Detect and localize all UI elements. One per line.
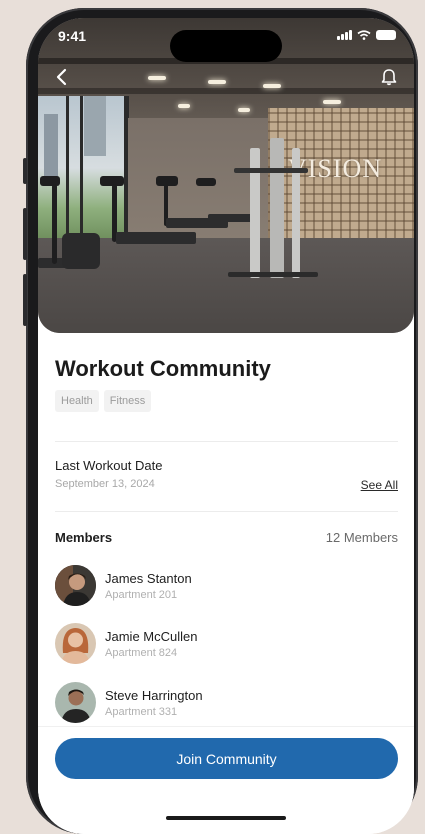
signal-icon [337, 30, 352, 40]
member-item[interactable]: Steve Harrington Apartment 331 [55, 682, 203, 723]
member-item[interactable]: Jamie McCullen Apartment 824 [55, 623, 197, 664]
tag-health: Health [55, 390, 99, 412]
app-screen: VISION 9:41 Workout Community Health Fit… [38, 18, 414, 834]
tag-fitness: Fitness [103, 390, 152, 412]
members-label: Members [55, 530, 113, 545]
member-apartment: Apartment 331 [105, 705, 178, 718]
mute-switch [23, 158, 27, 184]
home-indicator[interactable] [166, 816, 286, 820]
status-icons [337, 30, 396, 40]
divider [55, 441, 398, 442]
see-all-link[interactable]: See All [361, 478, 398, 492]
member-name: Steve Harrington [105, 687, 203, 703]
members-count: 12 Members [325, 530, 398, 545]
avatar [55, 565, 96, 606]
member-name: James Stanton [105, 570, 192, 586]
member-apartment: Apartment 201 [105, 588, 178, 601]
divider [55, 511, 398, 512]
last-workout-label: Last Workout Date [55, 458, 163, 473]
exercise-bike [62, 233, 100, 269]
volume-down-button [23, 274, 27, 326]
battery-icon [376, 30, 396, 40]
treadmill [196, 178, 216, 186]
status-time: 9:41 [58, 28, 87, 44]
dynamic-island [170, 30, 282, 62]
volume-up-button [23, 208, 27, 260]
community-cover-image: VISION 9:41 [38, 18, 414, 333]
chevron-left-icon [56, 68, 67, 86]
notifications-button[interactable] [376, 64, 402, 90]
member-name: Jamie McCullen [105, 628, 198, 644]
join-community-button[interactable]: Join Community [55, 738, 398, 779]
tag-list: Health Fitness [55, 390, 152, 412]
avatar [55, 682, 96, 723]
member-item[interactable]: James Stanton Apartment 201 [55, 565, 192, 606]
wifi-icon [357, 30, 371, 40]
avatar [55, 623, 96, 664]
back-button[interactable] [48, 64, 74, 90]
bell-icon [381, 69, 397, 86]
member-apartment: Apartment 824 [105, 646, 178, 659]
last-workout-date: September 13, 2024 [55, 478, 155, 490]
treadmill [40, 176, 60, 186]
page-title: Workout Community [55, 356, 271, 381]
